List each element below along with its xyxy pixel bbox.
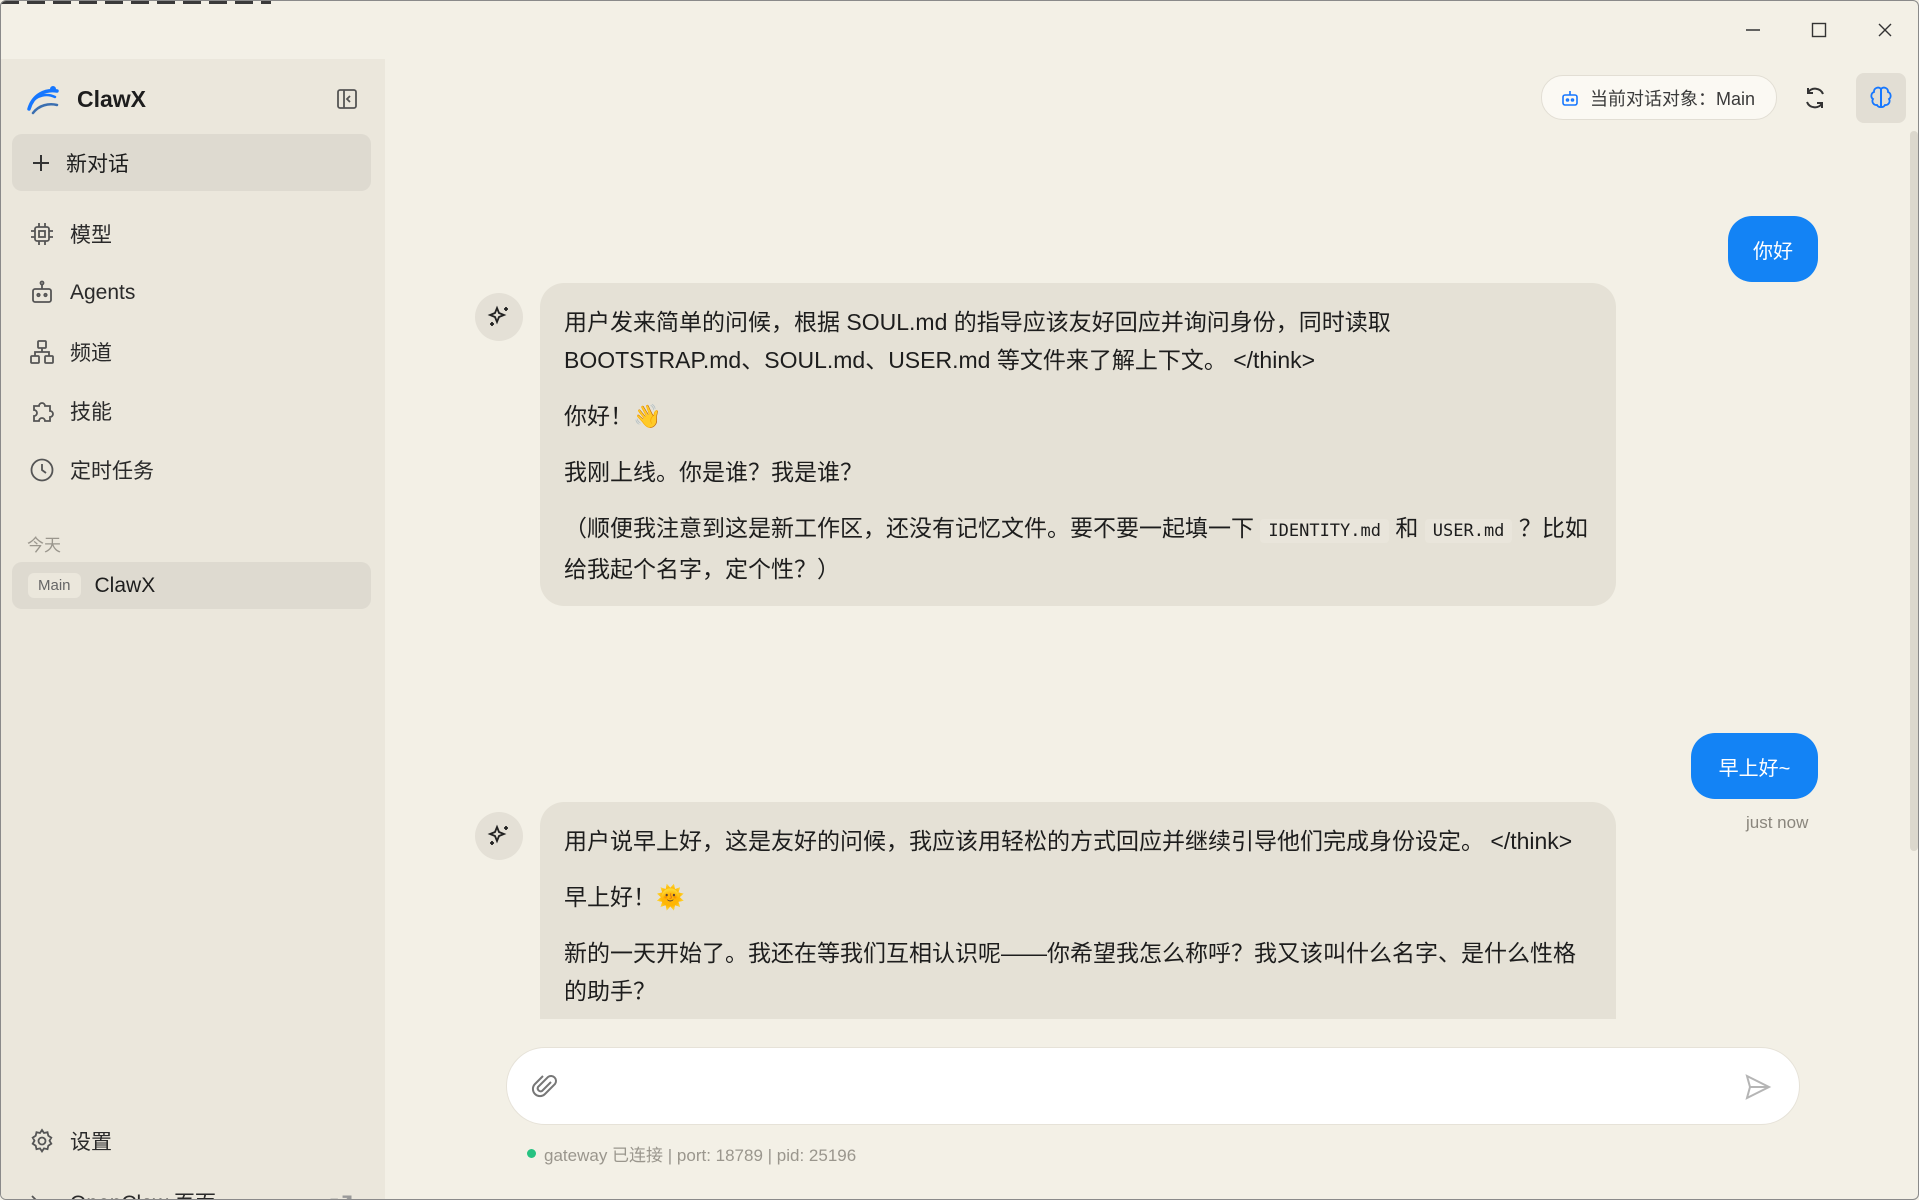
session-item[interactable]: Main ClawX (12, 562, 371, 609)
close-button[interactable] (1852, 1, 1918, 59)
session-badge: Main (28, 573, 81, 598)
message-composer (506, 1047, 1800, 1125)
external-link-icon (330, 1195, 352, 1199)
session-name: ClawX (94, 573, 156, 597)
minimize-icon (1746, 29, 1760, 31)
refresh-icon (1806, 87, 1824, 109)
chat-main: 当前对话对象：Main 你好 用户发来简单的问候，根据 SOUL.md 的指导应… (385, 59, 1918, 1199)
message-input[interactable] (577, 1066, 1717, 1106)
message-paragraph: 我刚上线。你是谁？我是谁？ (564, 459, 863, 485)
window-controls (1720, 1, 1918, 59)
assistant-message-bubble: 用户发来简单的问候，根据 SOUL.md 的指导应该友好回应并询问身份，同时读取… (540, 283, 1616, 606)
sidebar-item-label: 定时任务 (70, 459, 154, 483)
inline-code: USER.md (1424, 519, 1513, 543)
sidebar-item-skills[interactable]: 技能 (12, 381, 371, 440)
message-paragraph: 新的一天开始了。我还在等我们互相认识呢——你希望我怎么称呼？我又该叫什么名字、是… (564, 940, 1576, 1004)
gateway-status-text: gateway 已连接 | port: 18789 | pid: 25196 (544, 1146, 857, 1165)
message-timestamp: just now (1746, 813, 1809, 832)
refresh-button[interactable] (1794, 77, 1836, 119)
sidebar-item-label: 模型 (70, 223, 112, 247)
user-message-bubble: 你好 (1728, 216, 1818, 282)
assistant-avatar (475, 812, 523, 860)
message-paragraph: 早上好！🌞 (564, 884, 685, 910)
sidebar-item-label: 频道 (70, 341, 112, 365)
sparkles-icon (487, 824, 508, 845)
sidebar-nav: 模型 Agents 频道 技能 定时任务 (12, 204, 371, 499)
maximize-button[interactable] (1786, 1, 1852, 59)
terminal-icon (31, 1195, 37, 1199)
message-text: （顺便我注意到这是新工作区，还没有记忆文件。要不要一起填一下 (564, 515, 1254, 541)
sparkles-icon (487, 305, 508, 326)
status-dot-icon (527, 1149, 536, 1158)
app-name: ClawX (77, 85, 147, 112)
close-icon (1878, 23, 1892, 37)
claw-logo-icon (27, 86, 59, 115)
taskbar-strip (1, 1, 271, 4)
inline-code: IDENTITY.md (1260, 519, 1389, 543)
sidebar-item-channels[interactable]: 频道 (12, 322, 371, 381)
message-paragraph: 你好！👋 (564, 403, 662, 429)
sidebar-item-agents[interactable]: Agents (12, 263, 371, 322)
gear-icon (31, 1128, 53, 1154)
panel-left-icon (337, 89, 357, 109)
chat-target-label: 当前对话对象：Main (1590, 88, 1756, 109)
thinking-toggle-button[interactable] (1856, 73, 1906, 123)
section-today-label: 今天 (27, 536, 61, 555)
chat-target-selector[interactable]: 当前对话对象：Main (1541, 75, 1777, 120)
network-icon (30, 339, 54, 364)
message-list[interactable]: 你好 用户发来简单的问候，根据 SOUL.md 的指导应该友好回应并询问身份，同… (385, 149, 1865, 1019)
maximize-icon (1811, 22, 1827, 38)
minimize-button[interactable] (1720, 1, 1786, 59)
brain-icon (1870, 86, 1892, 108)
message-text: 和 (1395, 515, 1419, 541)
openclaw-page-link[interactable]: OpenClaw 页面 (12, 1177, 371, 1199)
sidebar-item-models[interactable]: 模型 (12, 204, 371, 263)
assistant-message-bubble: 用户说早上好，这是友好的问候，我应该用轻松的方式回应并继续引导他们完成身份设定。… (540, 802, 1616, 1019)
bot-icon (1562, 90, 1578, 106)
brand: ClawX (23, 79, 146, 119)
assistant-avatar (475, 293, 523, 341)
gateway-status: gateway 已连接 | port: 18789 | pid: 25196 (527, 1141, 856, 1166)
send-icon[interactable] (1743, 1072, 1773, 1102)
message-paragraph: 用户发来简单的问候，根据 SOUL.md 的指导应该友好回应并询问身份，同时读取… (564, 309, 1391, 373)
new-chat-button[interactable]: 新对话 (12, 134, 371, 191)
puzzle-icon (33, 401, 54, 422)
message-paragraph: （顺便我注意到这是新工作区，还没有记忆文件。要不要一起填一下 IDENTITY.… (564, 509, 1594, 588)
new-chat-label: 新对话 (66, 152, 129, 176)
app-window: ClawX 新对话 模型 Agents 频道 技能 定时任务 今天 Main C… (0, 0, 1919, 1200)
sidebar-item-label: 技能 (70, 400, 112, 424)
settings-button[interactable]: 设置 (12, 1116, 371, 1166)
settings-label: 设置 (70, 1131, 112, 1154)
cpu-icon (31, 222, 53, 245)
bot-icon (32, 280, 52, 303)
sidebar-collapse-button[interactable] (331, 83, 363, 115)
clock-icon (30, 458, 54, 481)
message-paragraph: 用户说早上好，这是友好的问候，我应该用轻松的方式回应并继续引导他们完成身份设定。… (564, 828, 1573, 854)
scrollbar[interactable] (1910, 131, 1918, 851)
sidebar-item-cron[interactable]: 定时任务 (12, 440, 371, 499)
openclaw-label: OpenClaw 页面 (70, 1187, 216, 1199)
sidebar-item-label: Agents (70, 280, 136, 304)
sidebar: ClawX 新对话 模型 Agents 频道 技能 定时任务 今天 Main C… (1, 59, 385, 1199)
plus-icon (33, 154, 49, 171)
user-message-bubble: 早上好~ (1691, 733, 1818, 799)
paperclip-icon[interactable] (531, 1072, 561, 1102)
